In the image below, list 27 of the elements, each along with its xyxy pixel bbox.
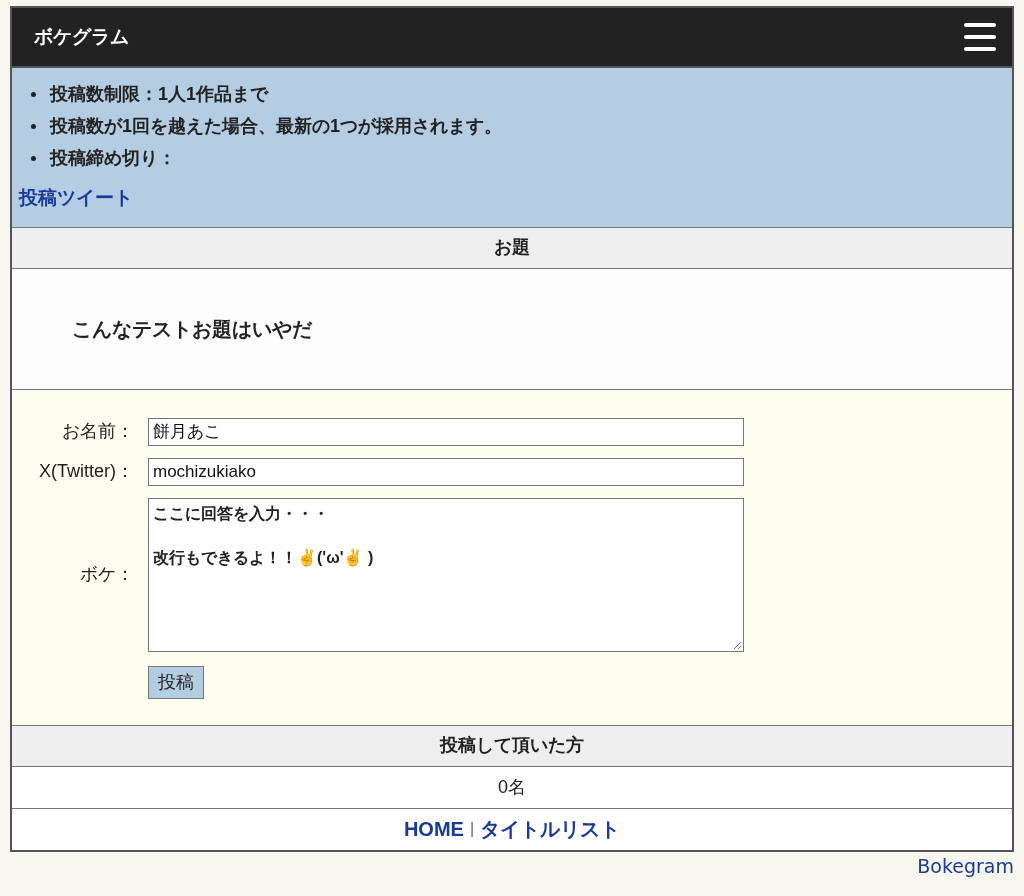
bullet-icon: [31, 91, 36, 97]
field-label: ボケ：: [79, 563, 135, 586]
footer-link[interactable]: HOME: [403, 814, 464, 844]
topic-text: こんなテストお題はいやだ: [72, 316, 312, 342]
bullet-icon: [31, 155, 36, 161]
site-title: ボケグラム: [34, 24, 129, 49]
resize-grip-icon: [732, 639, 742, 650]
note-text: 投稿数制限：1人1作品まで: [50, 82, 269, 106]
section-heading: お題: [12, 226, 1012, 269]
footer-link[interactable]: タイトルリスト: [480, 814, 621, 844]
submit-button[interactable]: 投稿: [148, 665, 204, 699]
answer-box[interactable]: ここに回答を入力・・・ 改行もできるよ！！✌('ω'✌ ): [148, 497, 744, 652]
bullet-icon: [31, 123, 36, 129]
link-separator: |: [469, 819, 475, 839]
field-label: お名前：: [61, 420, 135, 443]
note-text: 投稿締め切り：: [50, 146, 176, 170]
field-label: X(Twitter)：: [38, 460, 135, 483]
tweet-link[interactable]: 投稿ツイート: [19, 184, 133, 213]
answer-text-line: 改行もできるよ！！✌('ω'✌ ): [153, 547, 375, 569]
menu-icon[interactable]: [964, 23, 996, 51]
site-credit: Bokegram: [917, 853, 1014, 879]
entrant-count: 0名: [498, 775, 526, 799]
text-field[interactable]: 餅月あこ: [148, 417, 744, 446]
note-text: 投稿数が1回を越えた場合、最新の1つが採用されます。: [50, 114, 503, 138]
section-heading: 投稿して頂いた方: [12, 724, 1012, 767]
text-field[interactable]: mochizukiako: [148, 457, 744, 486]
answer-text-line: ここに回答を入力・・・: [153, 503, 330, 524]
